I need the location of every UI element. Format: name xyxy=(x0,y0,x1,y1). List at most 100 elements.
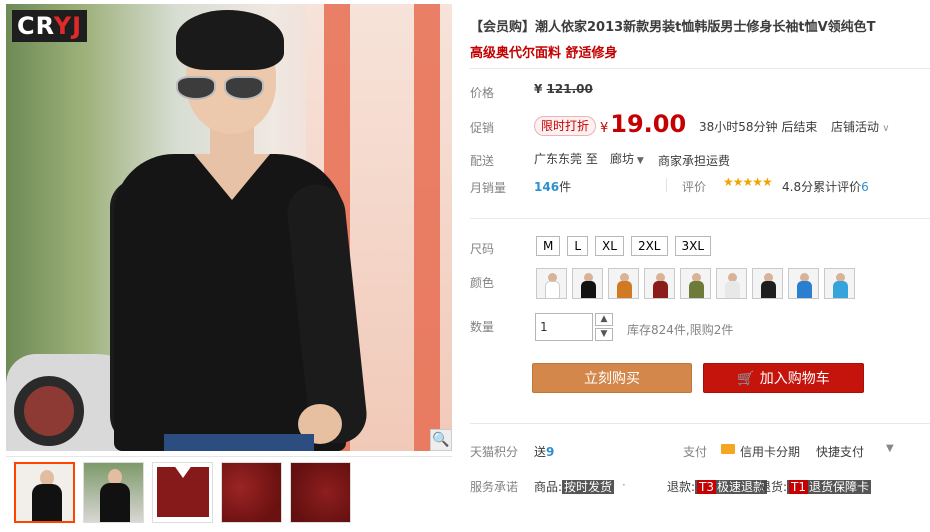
quantity-label: 数量 xyxy=(470,320,495,334)
shipping-label: 配送 xyxy=(470,154,495,168)
service-label: 服务承诺 xyxy=(470,480,519,494)
service-prefix: 退货: xyxy=(759,480,788,494)
image-background-pillar xyxy=(414,4,440,451)
promo-label: 促销 xyxy=(470,121,495,135)
service-ontime-shipping[interactable]: 商品: 按时发货 xyxy=(534,478,615,495)
rating-summary[interactable]: 4.8分累计评价6 xyxy=(782,178,869,195)
service-fast-refund[interactable]: 退款: T3 极速退款 xyxy=(667,478,768,495)
color-swatch[interactable] xyxy=(536,268,567,299)
divider xyxy=(470,423,930,424)
promo-price-value: 19.00 xyxy=(610,110,687,138)
monthly-sales-label: 月销量 xyxy=(470,181,507,195)
add-to-cart-label: 加入购物车 xyxy=(759,371,830,387)
points-prefix: 送 xyxy=(534,445,547,459)
swatch-shirt xyxy=(581,281,596,298)
color-swatch[interactable] xyxy=(680,268,711,299)
shipping-from: 广东东莞 xyxy=(534,152,583,166)
currency-symbol: ¥ xyxy=(534,82,543,96)
color-swatch[interactable] xyxy=(824,268,855,299)
monthly-sales: 146件 xyxy=(534,178,571,195)
rating-label: 评价 xyxy=(682,180,707,194)
price-label: 价格 xyxy=(470,86,495,100)
product-title: 【会员购】潮人依家2013新款男装t恤韩版男士修身长袖t恤V领纯色T xyxy=(470,20,876,35)
original-price: ¥ 121.00 xyxy=(534,82,593,96)
service-return-guarantee[interactable]: 退货: T1 退货保障卡 xyxy=(759,478,872,495)
color-swatch[interactable] xyxy=(644,268,675,299)
service-badge: T1 退货保障卡 xyxy=(787,480,872,494)
model-jeans xyxy=(164,434,314,451)
swatch-shirt xyxy=(545,281,560,298)
promo-badge: 限时打折 xyxy=(534,116,597,136)
shop-activity-dropdown[interactable]: 店铺活动 ∨ xyxy=(831,118,890,135)
separator-dot: · xyxy=(622,478,626,492)
divider xyxy=(470,68,930,69)
swatch-shirt xyxy=(725,281,740,298)
service-prefix: 商品: xyxy=(534,480,563,494)
service-code: T3 xyxy=(697,480,717,494)
stock-info: 库存824件,限购2件 xyxy=(627,323,734,337)
credit-installment[interactable]: 信用卡分期 xyxy=(740,443,800,460)
buy-now-button[interactable]: 立刻购买 xyxy=(532,363,692,393)
quick-pay[interactable]: 快捷支付 xyxy=(816,443,864,460)
service-code: T1 xyxy=(789,480,809,494)
thumbnail-model-outdoor[interactable] xyxy=(83,462,144,523)
color-swatch[interactable] xyxy=(608,268,639,299)
size-option[interactable]: M xyxy=(536,236,561,256)
color-swatch[interactable] xyxy=(788,268,819,299)
shipping-fee: 商家承担运费 xyxy=(658,154,731,168)
color-swatch[interactable] xyxy=(752,268,783,299)
color-options xyxy=(536,268,860,299)
swatch-shirt xyxy=(617,281,632,298)
swatch-shirt xyxy=(833,281,848,298)
swatch-shirt xyxy=(653,281,668,298)
size-option[interactable]: 2XL xyxy=(630,236,668,256)
color-label: 颜色 xyxy=(470,276,495,290)
model-sunglasses xyxy=(176,76,270,104)
shipping-origin: 广东东莞 至 xyxy=(534,150,598,167)
shipping-to: 廊坊 xyxy=(610,152,635,166)
product-gallery: CRYJ 🔍 xyxy=(6,4,452,532)
main-product-image[interactable]: CRYJ 🔍 xyxy=(6,4,452,451)
service-badge: T3 极速退款 xyxy=(695,480,768,494)
thumbnail-shirt-flat[interactable] xyxy=(152,462,213,523)
caret-down-icon[interactable]: ▼ xyxy=(886,443,894,454)
monthly-sales-unit: 件 xyxy=(559,180,572,194)
points-value: 送9 xyxy=(534,443,554,460)
brand-logo: CRYJ xyxy=(12,10,88,42)
original-price-value: 121.00 xyxy=(546,82,593,96)
color-swatch[interactable] xyxy=(716,268,747,299)
thumbnail-strip xyxy=(6,456,452,532)
points-amount: 9 xyxy=(546,445,555,459)
service-text: 退货保障卡 xyxy=(809,480,870,494)
color-swatch[interactable] xyxy=(572,268,603,299)
caret-down-icon: ▼ xyxy=(634,156,644,166)
service-text: 按时发货 xyxy=(564,480,613,494)
thumbnail-model-front[interactable] xyxy=(14,462,75,523)
logo-text-white: CR xyxy=(17,12,54,40)
separator-dot: · xyxy=(740,478,744,492)
quantity-input[interactable]: 1 xyxy=(535,313,593,341)
rating-stars-icon: ★★★★★ xyxy=(723,175,773,189)
service-prefix: 退款: xyxy=(667,480,696,494)
shipping-destination-dropdown[interactable]: 廊坊 ▼ xyxy=(610,150,644,167)
increment-icon[interactable]: ▲ xyxy=(595,313,613,326)
shop-activity-label: 店铺活动 xyxy=(831,120,880,134)
cart-icon: 🛒 xyxy=(737,371,755,387)
swatch-shirt xyxy=(761,281,776,298)
service-badge: 按时发货 xyxy=(562,480,615,494)
thumbnail-fabric-detail[interactable] xyxy=(290,462,351,523)
size-option[interactable]: 3XL xyxy=(674,236,712,256)
promo-price: ¥19.00 xyxy=(600,110,686,138)
size-option[interactable]: L xyxy=(567,236,589,256)
thumbnail-fabric[interactable] xyxy=(221,462,282,523)
product-info-panel: 【会员购】潮人依家2013新款男装t恤韩版男士修身长袖t恤V领纯色T 高级奥代尔… xyxy=(470,0,930,532)
rating-score: 4.8分 xyxy=(782,180,814,194)
quantity-stepper[interactable]: ▲ ▼ xyxy=(595,313,613,341)
shipping-to-prefix: 至 xyxy=(585,152,598,166)
decrement-icon[interactable]: ▼ xyxy=(595,328,613,341)
magnifier-icon[interactable]: 🔍 xyxy=(430,429,452,451)
size-option[interactable]: XL xyxy=(595,236,624,256)
credit-card-icon xyxy=(721,444,735,454)
monthly-sales-count: 146 xyxy=(534,180,560,194)
add-to-cart-button[interactable]: 🛒 加入购物车 xyxy=(703,363,864,393)
